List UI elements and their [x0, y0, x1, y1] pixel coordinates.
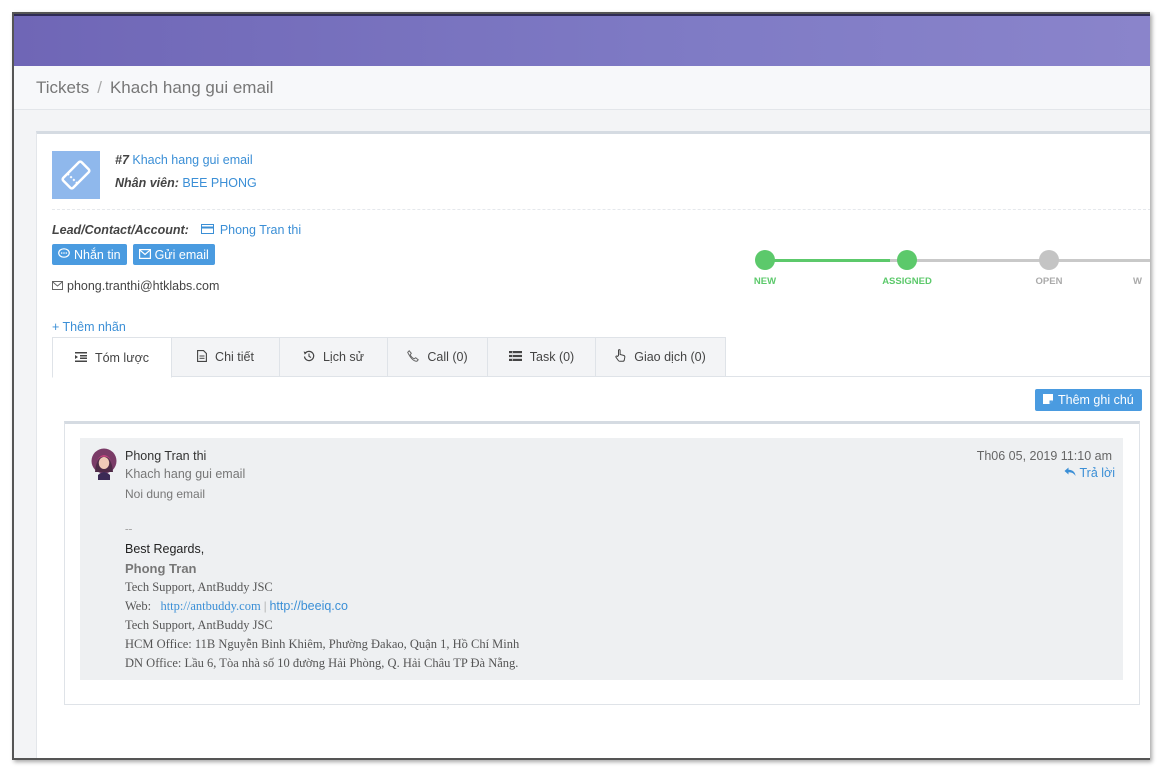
signature-regards: Best Regards,	[125, 542, 205, 556]
contact-actions: Nhắn tin Gửi email	[52, 244, 215, 265]
document-icon	[197, 349, 207, 365]
hand-icon	[615, 349, 626, 365]
app-window: Tickets / Khach hang gui email #7 Khach ha…	[12, 12, 1150, 760]
reply-icon	[1064, 466, 1076, 480]
stage-label-open: OPEN	[1035, 276, 1063, 287]
ticket-header: #7 Khach hang gui email Nhân viên: BEE P…	[115, 153, 257, 199]
breadcrumb-tickets[interactable]: Tickets	[36, 78, 89, 97]
tab-summary-label: Tóm lược	[94, 350, 150, 365]
credit-card-icon	[200, 223, 214, 237]
sticky-note-icon	[1043, 393, 1053, 407]
signature-dn-office: DN Office: Lầu 6, Tòa nhà số 10 đường Hả…	[125, 656, 519, 670]
tab-history-label: Lịch sử	[322, 350, 365, 364]
tab-details-label: Chi tiết	[215, 350, 254, 364]
signature-title-2: Tech Support, AntBuddy JSC	[125, 618, 273, 632]
reply-link-label: Trả lời	[1079, 466, 1115, 480]
add-note-button-label: Thêm ghi chú	[1058, 393, 1134, 407]
ticket-title[interactable]: Khach hang gui email	[132, 153, 252, 167]
signature-web: Web: http://antbuddy.com | http://beeiq.…	[125, 599, 519, 618]
indent-icon	[74, 351, 87, 365]
breadcrumb-bar: Tickets / Khach hang gui email	[14, 66, 1150, 110]
phone-icon	[407, 349, 420, 365]
send-email-button[interactable]: Gửi email	[132, 244, 215, 265]
activity-panel: Phong Tran thi Khach hang gui email Noi …	[64, 421, 1140, 705]
signature-web-label: Web:	[125, 599, 152, 613]
tab-deals[interactable]: Giao dịch (0)	[595, 337, 726, 377]
tab-task-label: Task (0)	[529, 350, 575, 364]
status-pipeline: NEW ASSIGNED OPEN W	[741, 248, 1150, 288]
email-signature: -- Best Regards, Phong Tran Tech Support…	[125, 523, 519, 675]
add-tag-link[interactable]: + Thêm nhãn	[52, 320, 126, 334]
email-subject: Khach hang gui email	[125, 467, 246, 481]
breadcrumb-current: Khach hang gui email	[109, 78, 274, 97]
ticket-tabs: Tóm lược Chi tiết Lịch sử Call (0) Task …	[52, 337, 1150, 378]
ticket-number: #7	[115, 153, 129, 167]
signature-name: Phong Tran	[125, 561, 197, 576]
divider	[52, 209, 1150, 210]
chat-icon	[58, 247, 70, 262]
beeiq-link[interactable]: http://beeiq.co	[269, 599, 348, 613]
tab-call-label: Call (0)	[427, 350, 468, 364]
tab-call[interactable]: Call (0)	[387, 337, 488, 377]
contact-email: phong.tranthi@htklabs.com	[52, 279, 219, 293]
pipeline-remaining	[890, 259, 1150, 262]
stage-dot-open[interactable]	[1039, 250, 1059, 270]
email-timestamp: Th06 05, 2019 11:10 am	[976, 449, 1112, 463]
reply-link[interactable]: Trả lời	[1064, 466, 1115, 480]
signature-hcm-office: HCM Office: 11B Nguyễn Bỉnh Khiêm, Phườn…	[125, 637, 520, 651]
stage-dot-new[interactable]	[755, 250, 775, 270]
envelope-icon	[52, 279, 63, 293]
staff-name[interactable]: BEE PHONG	[182, 176, 256, 190]
tasks-icon	[508, 350, 522, 364]
envelope-icon	[138, 248, 151, 262]
message-button-label: Nhắn tin	[74, 247, 121, 262]
send-email-button-label: Gửi email	[154, 247, 209, 262]
history-icon	[303, 350, 315, 365]
web-separator: |	[263, 599, 267, 613]
email-body: Noi dung email	[125, 487, 206, 501]
tab-task[interactable]: Task (0)	[487, 337, 596, 377]
top-navbar	[14, 14, 1150, 66]
lead-row: Lead/Contact/Account: Phong Tran thi	[52, 223, 301, 237]
tab-history[interactable]: Lịch sử	[279, 337, 388, 377]
avatar	[91, 448, 117, 480]
staff-label: Nhân viên:	[115, 176, 179, 190]
sender-name: Phong Tran thi	[125, 449, 207, 463]
breadcrumb: Tickets / Khach hang gui email	[36, 78, 273, 98]
pipeline-progress	[765, 259, 890, 262]
message-button[interactable]: Nhắn tin	[52, 244, 127, 265]
stage-label-new: NEW	[753, 276, 777, 287]
ticket-icon	[52, 151, 100, 199]
add-note-button[interactable]: Thêm ghi chú	[1035, 389, 1142, 411]
antbuddy-link[interactable]: http://antbuddy.com	[160, 599, 260, 613]
lead-name-link[interactable]: Phong Tran thi	[220, 223, 301, 237]
signature-dash: --	[125, 523, 133, 535]
lead-label: Lead/Contact/Account:	[52, 223, 189, 237]
tab-deals-label: Giao dịch (0)	[634, 350, 706, 364]
signature-title: Tech Support, AntBuddy JSC	[125, 580, 273, 594]
tab-summary[interactable]: Tóm lược	[52, 337, 172, 378]
breadcrumb-separator: /	[97, 78, 102, 97]
contact-email-text[interactable]: phong.tranthi@htklabs.com	[67, 279, 219, 293]
ticket-panel: #7 Khach hang gui email Nhân viên: BEE P…	[36, 131, 1150, 758]
stage-dot-assigned[interactable]	[897, 250, 917, 270]
stage-label-next: W	[1133, 276, 1142, 287]
stage-label-assigned: ASSIGNED	[882, 276, 932, 287]
email-message: Phong Tran thi Khach hang gui email Noi …	[80, 438, 1123, 680]
tab-details[interactable]: Chi tiết	[171, 337, 280, 377]
